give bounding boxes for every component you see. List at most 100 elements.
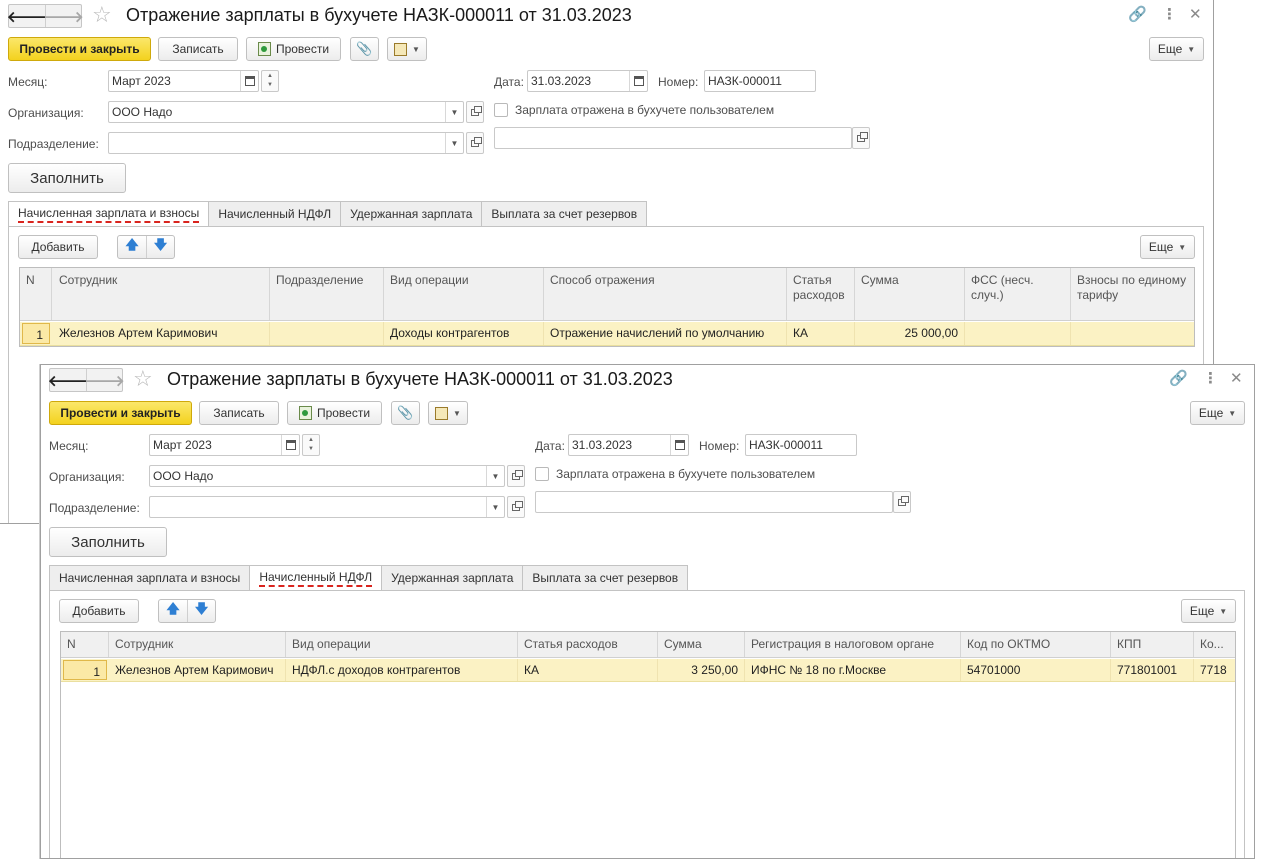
- add-button[interactable]: Добавить: [18, 235, 98, 259]
- open-icon[interactable]: [466, 132, 484, 154]
- tab-accrued-ndfl[interactable]: Начисленный НДФЛ: [209, 201, 342, 227]
- tab-reserve-payment[interactable]: Выплата за счет резервов: [482, 201, 648, 227]
- column-header[interactable]: Регистрация в налоговом органе: [745, 632, 961, 657]
- column-header[interactable]: Взносы по единому тарифу: [1071, 268, 1194, 320]
- fill-button[interactable]: Заполнить: [8, 163, 126, 193]
- link-icon[interactable]: 🔗: [1128, 7, 1147, 23]
- back-arrow-icon[interactable]: 🡐: [7, 5, 47, 27]
- department-field[interactable]: ▼: [108, 132, 464, 154]
- month-stepper[interactable]: ▲ ▼: [302, 434, 320, 456]
- column-header[interactable]: Сотрудник: [109, 632, 286, 657]
- move-down-icon[interactable]: 🡇: [146, 236, 174, 258]
- move-down-icon[interactable]: 🡇: [187, 600, 215, 622]
- column-header[interactable]: Вид операции: [286, 632, 518, 657]
- column-header[interactable]: N: [20, 268, 52, 320]
- tab-withheld-salary[interactable]: Удержанная зарплата: [341, 201, 483, 227]
- open-icon[interactable]: [852, 127, 870, 149]
- column-header[interactable]: Ко...: [1194, 632, 1235, 657]
- month-field[interactable]: Март 2023: [149, 434, 300, 456]
- date-field[interactable]: 31.03.2023: [568, 434, 689, 456]
- extra-field[interactable]: [494, 127, 852, 149]
- calendar-icon[interactable]: [629, 71, 647, 91]
- organization-label: Организация:: [8, 106, 84, 120]
- open-icon[interactable]: [466, 101, 484, 123]
- contributions-cell: [1071, 322, 1194, 345]
- tab-accrued-salary[interactable]: Начисленная зарплата и взносы: [8, 201, 210, 227]
- post-and-close-button[interactable]: Провести и закрыть: [49, 401, 192, 425]
- post-button[interactable]: Провести: [246, 37, 341, 61]
- move-up-icon[interactable]: 🡅: [159, 600, 187, 622]
- calendar-icon[interactable]: [281, 435, 299, 455]
- column-header[interactable]: КПП: [1111, 632, 1194, 657]
- table-row[interactable]: 1 Железнов Артем Каримович Доходы контра…: [20, 322, 1194, 346]
- tab-withheld-salary[interactable]: Удержанная зарплата: [382, 565, 524, 591]
- close-icon[interactable]: ✕: [1189, 7, 1202, 23]
- month-field[interactable]: Март 2023: [108, 70, 259, 92]
- column-header[interactable]: ФСС (несч. случ.): [965, 268, 1071, 320]
- column-header[interactable]: Вид операции: [384, 268, 544, 320]
- star-icon[interactable]: ☆: [92, 4, 112, 26]
- reflected-by-user-checkbox[interactable]: [494, 103, 508, 117]
- extra-field[interactable]: [535, 491, 893, 513]
- kebab-menu-icon[interactable]: ⋮: [1203, 371, 1218, 387]
- column-header[interactable]: Сумма: [855, 268, 965, 320]
- number-field[interactable]: НАЗК-000011: [745, 434, 857, 456]
- create-based-on-button[interactable]: ▼: [387, 37, 427, 61]
- tab-accrued-salary[interactable]: Начисленная зарплата и взносы: [49, 565, 251, 591]
- open-icon[interactable]: [893, 491, 911, 513]
- reflected-by-user-checkbox[interactable]: [535, 467, 549, 481]
- tab-accrued-ndfl[interactable]: Начисленный НДФЛ: [250, 565, 383, 591]
- calendar-icon[interactable]: [240, 71, 258, 91]
- post-button[interactable]: Провести: [287, 401, 382, 425]
- post-button-label: Провести: [275, 42, 330, 56]
- column-header[interactable]: Код по ОКТМО: [961, 632, 1111, 657]
- create-based-on-button[interactable]: ▼: [428, 401, 468, 425]
- forward-arrow-icon[interactable]: 🡒: [84, 369, 125, 391]
- post-and-close-button[interactable]: Провести и закрыть: [8, 37, 151, 61]
- dropdown-icon[interactable]: ▼: [486, 466, 504, 486]
- open-icon[interactable]: [507, 465, 525, 487]
- link-icon[interactable]: 🔗: [1169, 371, 1188, 387]
- forward-arrow-icon[interactable]: 🡒: [43, 5, 84, 27]
- calendar-icon[interactable]: [670, 435, 688, 455]
- table-more-button[interactable]: Еще ▼: [1181, 599, 1236, 623]
- more-button[interactable]: Еще ▼: [1149, 37, 1204, 61]
- attach-button[interactable]: 📎: [391, 401, 420, 425]
- table-more-button[interactable]: Еще ▼: [1140, 235, 1195, 259]
- star-icon[interactable]: ☆: [133, 368, 153, 390]
- tab-bar: Начисленная зарплата и взносы Начисленны…: [8, 201, 648, 227]
- attach-button[interactable]: 📎: [350, 37, 379, 61]
- dropdown-icon[interactable]: ▼: [445, 102, 463, 122]
- move-up-icon[interactable]: 🡅: [118, 236, 146, 258]
- column-header[interactable]: Сумма: [658, 632, 745, 657]
- organization-field[interactable]: ООО Надо ▼: [108, 101, 464, 123]
- column-header[interactable]: Статья расходов: [787, 268, 855, 320]
- column-header[interactable]: Способ отражения: [544, 268, 787, 320]
- open-icon[interactable]: [507, 496, 525, 518]
- fill-button[interactable]: Заполнить: [49, 527, 167, 557]
- column-header[interactable]: N: [61, 632, 109, 657]
- save-button[interactable]: Записать: [199, 401, 279, 425]
- dropdown-icon[interactable]: ▼: [486, 497, 504, 517]
- date-value: 31.03.2023: [572, 438, 633, 452]
- reflection-method-cell: Отражение начислений по умолчанию: [544, 322, 787, 345]
- column-header[interactable]: Сотрудник: [53, 268, 270, 320]
- column-header[interactable]: Подразделение: [270, 268, 384, 320]
- column-header[interactable]: Статья расходов: [518, 632, 658, 657]
- organization-label: Организация:: [49, 470, 125, 484]
- tab-reserve-payment[interactable]: Выплата за счет резервов: [523, 565, 689, 591]
- date-value: 31.03.2023: [531, 74, 592, 88]
- table-row[interactable]: 1 Железнов Артем Каримович НДФЛ.с доходо…: [61, 659, 1235, 682]
- save-button[interactable]: Записать: [158, 37, 238, 61]
- number-field[interactable]: НАЗК-000011: [704, 70, 816, 92]
- close-icon[interactable]: ✕: [1230, 371, 1243, 387]
- organization-field[interactable]: ООО Надо ▼: [149, 465, 505, 487]
- add-button[interactable]: Добавить: [59, 599, 139, 623]
- more-button[interactable]: Еще ▼: [1190, 401, 1245, 425]
- date-field[interactable]: 31.03.2023: [527, 70, 648, 92]
- department-field[interactable]: ▼: [149, 496, 505, 518]
- back-arrow-icon[interactable]: 🡐: [48, 369, 88, 391]
- dropdown-icon[interactable]: ▼: [445, 133, 463, 153]
- kebab-menu-icon[interactable]: ⋮: [1162, 7, 1177, 23]
- month-stepper[interactable]: ▲ ▼: [261, 70, 279, 92]
